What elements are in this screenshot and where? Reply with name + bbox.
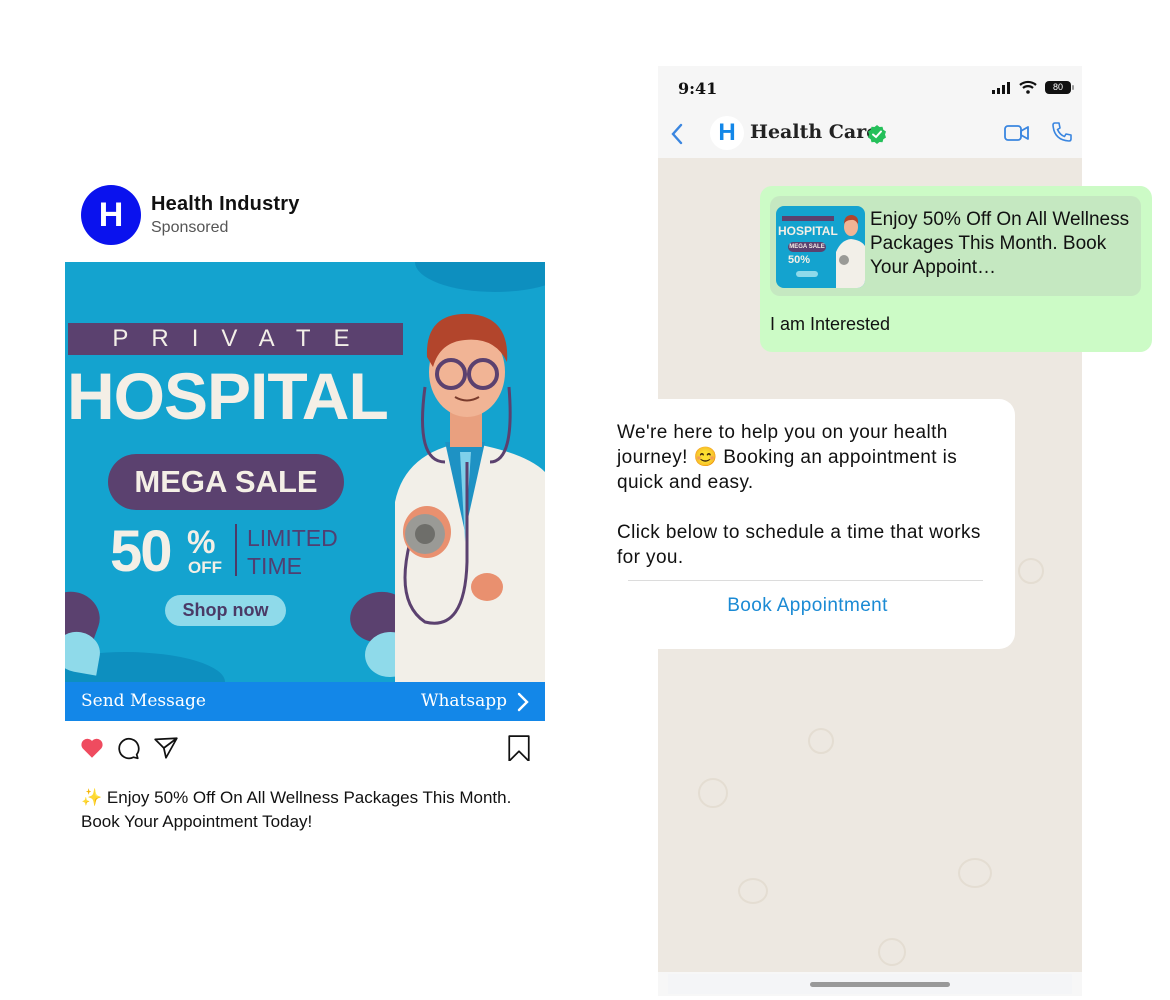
incoming-message-text: We're here to help you on your health jo… [617, 422, 981, 568]
ad-limited-line2: TIME [247, 553, 302, 579]
sponsored-label: Sponsored [151, 219, 229, 236]
sparkles-icon: ✨ [81, 788, 103, 807]
contact-avatar[interactable]: H [710, 116, 744, 150]
home-indicator[interactable] [810, 982, 950, 987]
thumb-doctor-illustration [836, 215, 865, 288]
heart-icon[interactable] [79, 735, 105, 761]
ad-image[interactable]: PRIVATE HOSPITAL MEGA SALE 50 % OFF LIMI… [65, 262, 545, 682]
thumb-headline: HOSPITAL [778, 224, 838, 238]
account-name[interactable]: Health Industry [151, 193, 300, 216]
ad-headline: HOSPITAL [67, 359, 389, 433]
incoming-message: We're here to help you on your health jo… [600, 399, 1015, 649]
sponsored-post: H Health Industry Sponsored PRIVATE HOSP… [65, 185, 545, 831]
decor-blob [415, 262, 545, 292]
outgoing-message[interactable]: HOSPITAL MEGA SALE 50% Enjoy 50% Off On … [760, 186, 1152, 352]
wallpaper-doodle [808, 728, 834, 754]
chat-header: H Health Care [658, 110, 1082, 158]
status-bar: 9:41 80 [658, 66, 1082, 110]
cta-whatsapp-label: Whatsapp [420, 691, 507, 711]
ad-limited-line1: LIMITED [247, 525, 338, 551]
bookmark-icon[interactable] [506, 735, 532, 761]
wallpaper-doodle [958, 858, 992, 888]
ad-discount-sign: % [187, 524, 216, 560]
ad-sale-badge: MEGA SALE [108, 454, 344, 510]
ad-discount-number: 50 [110, 519, 172, 584]
leaf-decoration [65, 628, 104, 676]
thumb-sale-badge: MEGA SALE [788, 242, 826, 252]
voice-call-icon[interactable] [1051, 121, 1073, 143]
wifi-icon [1019, 80, 1037, 94]
video-call-icon[interactable] [1004, 123, 1030, 143]
comment-icon[interactable] [115, 735, 141, 761]
post-header: H Health Industry Sponsored [65, 185, 545, 247]
ad-limited-time: LIMITED TIME [247, 524, 338, 580]
wallpaper-doodle [698, 778, 728, 808]
message-button-divider [628, 580, 983, 581]
doctor-illustration [395, 313, 545, 682]
ad-tagline: PRIVATE [68, 323, 403, 355]
outgoing-message-text: I am Interested [770, 314, 891, 334]
caption-text: Enjoy 50% Off On All Wellness Packages T… [81, 788, 512, 831]
account-avatar[interactable]: H [81, 185, 141, 245]
ad-discount-off: OFF [188, 558, 222, 577]
thumb-tagline-bar [782, 216, 834, 221]
battery-tip [1072, 85, 1074, 90]
wallpaper-doodle [738, 878, 768, 904]
share-icon[interactable] [153, 735, 179, 761]
status-time: 9:41 [678, 79, 718, 98]
wallpaper-doodle [878, 938, 906, 966]
verified-badge-icon [868, 125, 886, 144]
chevron-right-icon [517, 692, 529, 712]
cellular-signal-icon [992, 82, 1010, 94]
quoted-ad-thumbnail: HOSPITAL MEGA SALE 50% [776, 206, 865, 288]
post-caption: ✨ Enjoy 50% Off On All Wellness Packages… [81, 786, 521, 834]
thumb-shop-button [796, 271, 818, 277]
back-chevron-icon[interactable] [670, 122, 684, 146]
quoted-ad-text: Enjoy 50% Off On All Wellness Packages T… [870, 209, 1130, 278]
book-appointment-button[interactable]: Book Appointment [600, 595, 1015, 617]
battery-icon: 80 [1045, 81, 1071, 94]
home-indicator-area [668, 974, 1072, 994]
ad-divider [235, 524, 237, 576]
thumb-discount: 50% [788, 254, 811, 266]
wallpaper-doodle [1018, 558, 1044, 584]
ad-shop-now-button[interactable]: Shop now [165, 595, 286, 626]
contact-name[interactable]: Health Care [750, 121, 878, 143]
send-message-cta[interactable]: Send Message Whatsapp [65, 682, 545, 721]
cta-send-message-label: Send Message [81, 691, 206, 711]
quoted-ad-reply[interactable]: HOSPITAL MEGA SALE 50% Enjoy 50% Off On … [770, 196, 1141, 296]
post-actions [65, 733, 545, 767]
